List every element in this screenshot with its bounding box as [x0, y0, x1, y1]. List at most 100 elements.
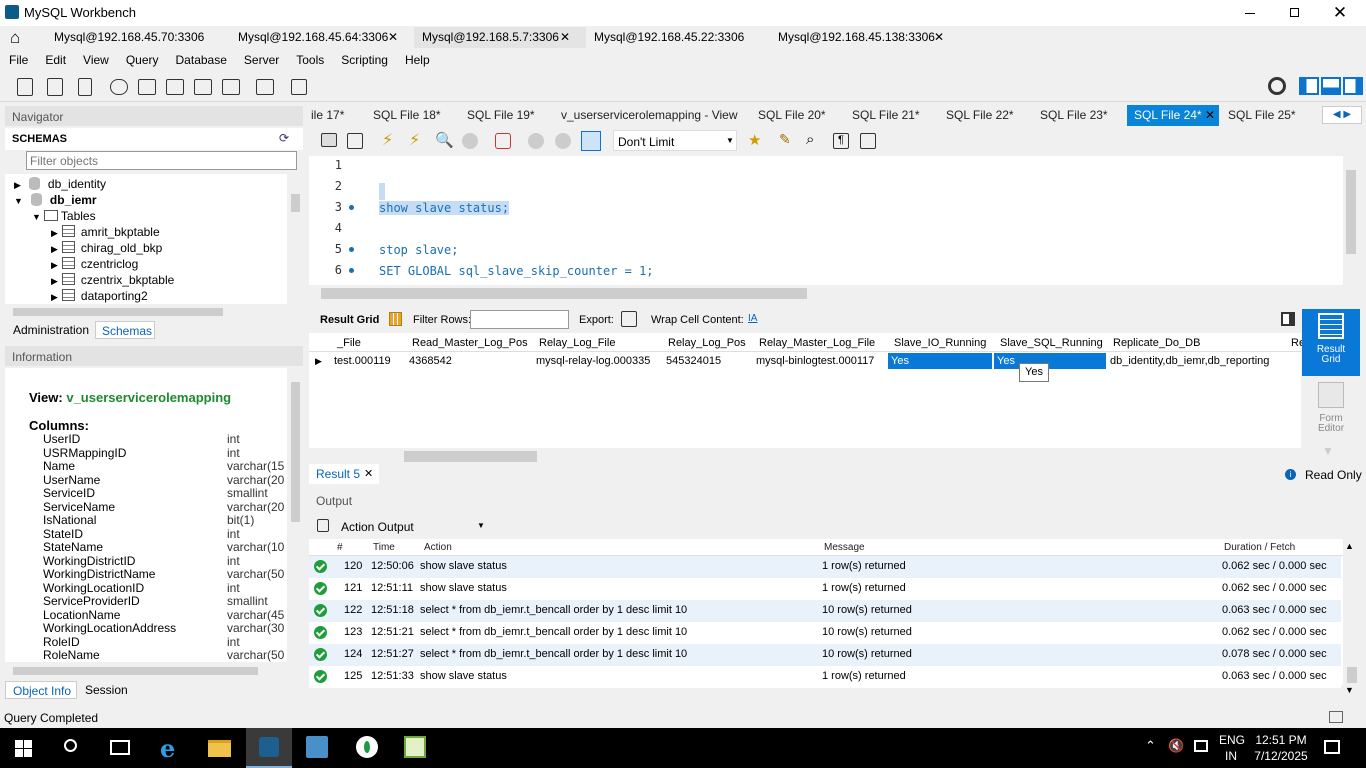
volume-icon[interactable]: 🔇 — [1168, 738, 1184, 754]
menu-edit[interactable]: Edit — [45, 53, 66, 67]
info-h-scrollbar[interactable] — [5, 664, 287, 678]
result-grid-side-button[interactable]: Result Grid — [1302, 309, 1360, 376]
add-snippet-icon[interactable]: ★ — [748, 131, 761, 149]
export-icon[interactable] — [621, 311, 637, 327]
editor-v-scrollbar[interactable] — [1343, 156, 1360, 285]
navigator-tab-schemas[interactable]: Schemas — [95, 321, 155, 339]
status-panel-icon[interactable] — [1329, 711, 1343, 723]
refresh-icon[interactable]: ⟳ — [279, 131, 289, 145]
sql-line[interactable]: SET GLOBAL sql_slave_skip_counter = 1; — [379, 264, 654, 278]
filter-rows-input[interactable] — [470, 310, 569, 329]
windows-start-icon[interactable] — [15, 740, 32, 757]
reconnect-icon[interactable] — [286, 74, 312, 100]
output-col-header[interactable]: Duration / Fetch — [1224, 540, 1295, 555]
close-tab-icon[interactable]: ✕ — [560, 27, 570, 48]
wrap-lines-icon[interactable] — [860, 133, 876, 149]
tree-item-db-identity[interactable]: ▶ db_identity — [14, 177, 106, 191]
sql-tab[interactable]: SQL File 22* — [946, 105, 1014, 125]
copy-output-icon[interactable] — [317, 519, 329, 532]
home-icon[interactable]: ⌂ — [10, 28, 20, 48]
grid-cell[interactable]: test.000119 — [334, 353, 391, 369]
output-col-header[interactable]: Message — [824, 540, 865, 555]
tree-item-tables[interactable]: ▼ Tables — [32, 209, 96, 223]
grid-header[interactable]: Slave_SQL_Running — [1000, 335, 1103, 351]
filter-objects-input[interactable] — [26, 151, 297, 170]
menu-file[interactable]: File — [9, 53, 28, 67]
tree-item-table[interactable]: ▶ amrit_bkptable — [51, 225, 160, 239]
tray-chevron-icon[interactable]: ⌃ — [1145, 738, 1156, 754]
toggle-sidebar-icon[interactable] — [1299, 77, 1319, 95]
clock[interactable]: 12:51 PM 7/12/2025 — [1252, 733, 1310, 763]
limit-select[interactable]: Don't Limit ▼ — [613, 130, 737, 151]
open-sql-file-icon[interactable] — [42, 74, 68, 100]
menu-query[interactable]: Query — [126, 53, 159, 67]
tree-item-table[interactable]: ▶ czentrix_bkptable — [51, 273, 174, 287]
output-row[interactable]: 124 12:51:27 select * from db_iemr.t_benca… — [309, 644, 1341, 666]
grid-cell-selected[interactable]: Yes — [994, 353, 1106, 369]
toggle-limit-icon[interactable] — [581, 131, 601, 151]
sql-tab[interactable]: ile 17* — [311, 105, 344, 125]
notifications-icon[interactable] — [1324, 740, 1340, 754]
create-table-icon[interactable] — [134, 74, 160, 100]
result-tab[interactable]: Result 5 ✕ — [309, 464, 379, 484]
info-tab-object-info[interactable]: Object Info — [5, 681, 77, 699]
tree-item-table[interactable]: ▶ czentriclog — [51, 257, 138, 271]
close-tab-icon[interactable]: ✕ — [364, 467, 373, 480]
close-tab-icon[interactable]: ✕ — [934, 27, 944, 48]
wrap-cell-icon[interactable]: IA — [748, 313, 757, 324]
invisible-chars-icon[interactable]: ¶ — [833, 133, 849, 149]
grid-cell-selected[interactable]: Yes — [888, 353, 992, 369]
tree-item-db-iemr[interactable]: ▼ db_iemr — [14, 193, 97, 207]
grid-header[interactable]: Relay_Log_Pos — [668, 335, 746, 351]
save-icon[interactable] — [347, 133, 363, 149]
maximize-button[interactable] — [1285, 0, 1305, 26]
connection-tab-3[interactable]: Mysql@192.168.5.7:3306 ✕ — [414, 27, 586, 48]
create-procedure-icon[interactable] — [190, 74, 216, 100]
connection-tab-2[interactable]: Mysql@192.168.45.64:3306 ✕ — [230, 27, 414, 48]
sql-line[interactable]: stop slave; — [379, 243, 458, 257]
menu-database[interactable]: Database — [176, 53, 227, 67]
editor-h-scrollbar[interactable] — [309, 286, 1343, 301]
toggle-secondary-sidebar-icon[interactable] — [1343, 77, 1363, 95]
close-tab-icon[interactable]: ✕ — [1205, 108, 1215, 122]
stop-icon[interactable] — [462, 133, 478, 149]
sql-tab[interactable]: v_userservicerolemapping - View — [561, 105, 738, 125]
search-icon[interactable] — [64, 739, 77, 752]
tree-h-scrollbar[interactable] — [5, 305, 287, 319]
output-col-header[interactable]: # — [337, 540, 343, 555]
sql-tab[interactable]: SQL File 23* — [1040, 105, 1108, 125]
connection-tab-5[interactable]: Mysql@192.168.45.138:3306 ✕ — [770, 27, 954, 48]
output-v-scrollbar[interactable]: ▲ ▼ — [1343, 539, 1360, 699]
grid-header[interactable]: Read_Master_Log_Pos — [412, 335, 528, 351]
grid-cell[interactable]: mysql-binlogtest.000117 — [756, 353, 874, 369]
tree-scrollbar[interactable] — [287, 174, 303, 304]
chrome-icon[interactable] — [356, 736, 378, 758]
new-sql-tab-icon[interactable] — [12, 74, 38, 100]
minimize-button[interactable] — [1240, 0, 1260, 26]
sql-tab[interactable]: SQL File 25* — [1228, 105, 1296, 125]
menu-tools[interactable]: Tools — [296, 53, 324, 67]
internet-explorer-icon[interactable]: e — [160, 734, 175, 763]
sql-line[interactable]: show slave status; — [379, 201, 510, 215]
output-type-select[interactable]: Action Output ▼ — [337, 516, 487, 536]
output-col-header[interactable]: Time — [373, 540, 395, 555]
language-indicator[interactable]: ENG IN — [1219, 733, 1245, 763]
output-row[interactable]: 122 12:51:18 select * from db_iemr.t_benca… — [309, 600, 1341, 622]
grid-header[interactable]: Relay_Log_File — [539, 335, 615, 351]
sql-tab[interactable]: SQL File 21* — [852, 105, 920, 125]
side-panel-down-icon[interactable]: ▼ — [1322, 444, 1334, 458]
remote-desktop-icon[interactable] — [306, 736, 328, 758]
grid-cell[interactable]: db_identity,db_iemr,db_reporting — [1110, 353, 1269, 369]
form-editor-side-button[interactable]: Form Editor — [1302, 378, 1360, 440]
grid-cell[interactable]: 4368542 — [409, 353, 452, 369]
grid-header[interactable]: Relay_Master_Log_File — [759, 335, 875, 351]
rollback-icon[interactable] — [555, 133, 571, 149]
menu-scripting[interactable]: Scripting — [341, 53, 388, 67]
beautify-icon[interactable]: ✎ — [779, 131, 791, 148]
menu-view[interactable]: View — [83, 53, 109, 67]
grid-h-scrollbar[interactable] — [309, 449, 1301, 464]
commit-icon[interactable] — [528, 133, 544, 149]
notepad-icon[interactable] — [404, 736, 426, 758]
navigator-tab-administration[interactable]: Administration — [13, 323, 89, 337]
find-icon[interactable]: ⌕ — [806, 131, 814, 148]
